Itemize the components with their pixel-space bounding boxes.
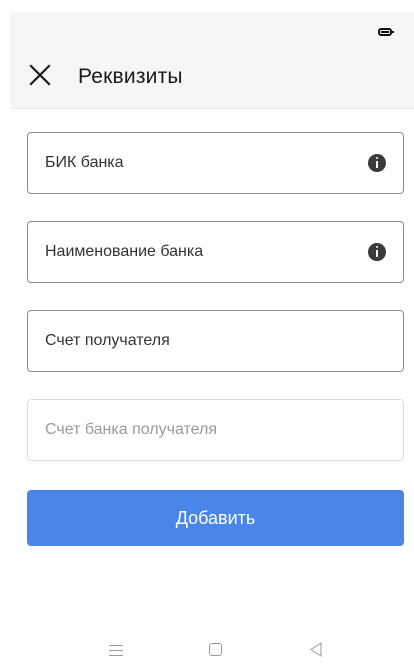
info-icon[interactable]: [368, 243, 386, 261]
page-title: Реквизиты: [78, 65, 183, 88]
close-icon[interactable]: [28, 63, 52, 87]
menu-icon[interactable]: [109, 645, 123, 656]
system-nav-bar: [0, 630, 414, 670]
bik-field[interactable]: [27, 132, 404, 194]
home-icon[interactable]: [209, 643, 222, 656]
back-icon[interactable]: [309, 642, 323, 657]
top-area: Реквизиты: [10, 12, 414, 109]
recipient-account-input[interactable]: [28, 311, 403, 371]
recipient-bank-account-field[interactable]: [27, 399, 404, 461]
recipient-bank-account-input[interactable]: [28, 400, 403, 460]
bik-input[interactable]: [28, 133, 403, 193]
status-bar: [10, 12, 414, 48]
info-icon[interactable]: [368, 154, 386, 172]
add-button[interactable]: Добавить: [27, 490, 404, 546]
bank-name-input[interactable]: [28, 222, 403, 282]
bank-name-field[interactable]: [27, 221, 404, 283]
recipient-account-field[interactable]: [27, 310, 404, 372]
battery-icon: [378, 28, 394, 36]
screen: Реквизиты Добавить: [0, 0, 414, 670]
app-bar: Реквизиты: [10, 56, 414, 100]
